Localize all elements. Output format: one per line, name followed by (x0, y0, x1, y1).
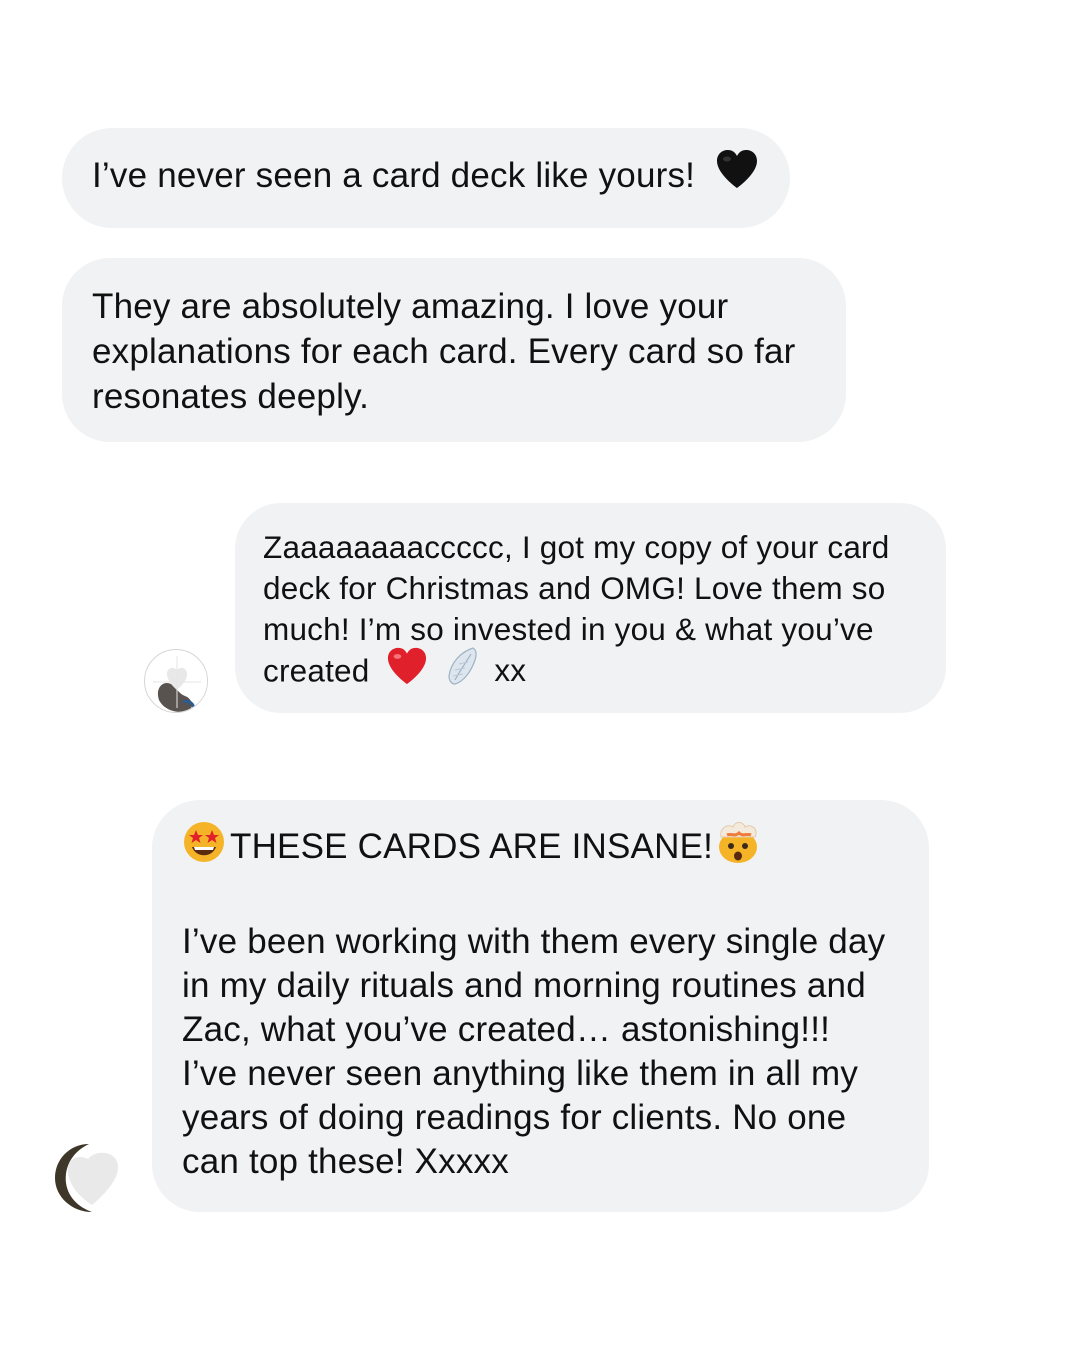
headline-text: THESE CARDS ARE INSANE! (230, 827, 714, 866)
message-bubble-4[interactable]: THESE CARDS ARE INSANE! I’ve been workin… (152, 800, 929, 1212)
message-text: I’ve never seen a card deck like yours! (92, 156, 696, 195)
message-line: years of doing readings for clients. No … (182, 1098, 847, 1137)
avatar[interactable] (144, 649, 208, 713)
star-struck-face-icon (182, 820, 226, 875)
avatar[interactable] (54, 1143, 124, 1213)
message-line: can top these! Xxxxx (182, 1142, 509, 1181)
red-heart-icon (386, 646, 428, 696)
message-body: I’ve been working with them every single… (182, 920, 899, 1184)
message-line: I’ve been working with them every single… (182, 922, 886, 961)
message-line: much! I’m so invested in you & what you’… (263, 611, 874, 647)
message-last-line: created xx (263, 647, 920, 696)
wing-icon (443, 646, 479, 696)
message-line: Zaaaaaaaaccccc, I got my copy of your ca… (263, 529, 890, 565)
message-line: They are absolutely amazing. I love your (92, 287, 729, 326)
message-bubble-1[interactable]: I’ve never seen a card deck like yours! (62, 128, 790, 228)
exploding-head-icon (715, 819, 761, 876)
message-line: resonates deeply. (92, 377, 370, 416)
message-text: created (263, 652, 370, 689)
message-text: xx (494, 652, 527, 689)
message-line: deck for Christmas and OMG! Love them so (263, 570, 886, 606)
message-line: I’ve never seen anything like them in al… (182, 1054, 859, 1093)
message-line: in my daily rituals and morning routines… (182, 966, 866, 1005)
message-bubble-2[interactable]: They are absolutely amazing. I love your… (62, 258, 846, 442)
message-headline: THESE CARDS ARE INSANE! (182, 820, 899, 875)
black-heart-icon (715, 148, 759, 201)
message-line: Zac, what you’ve created… astonishing!!! (182, 1010, 831, 1049)
message-line: explanations for each card. Every card s… (92, 332, 796, 371)
message-bubble-3[interactable]: Zaaaaaaaaccccc, I got my copy of your ca… (235, 503, 946, 713)
